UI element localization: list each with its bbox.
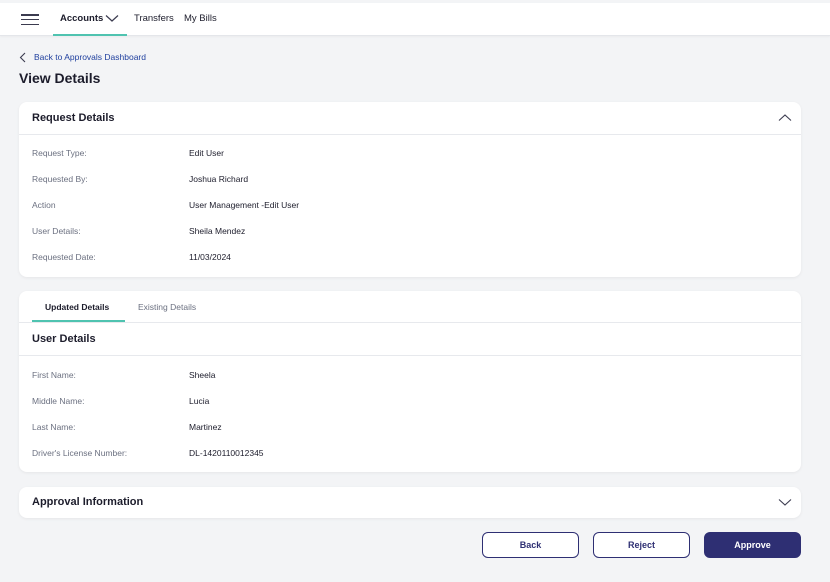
detail-row: Request Type: Edit User (32, 148, 772, 160)
nav-item-my-bills[interactable]: My Bills (184, 13, 217, 24)
active-nav-indicator (53, 34, 127, 36)
reject-button[interactable]: Reject (593, 532, 690, 558)
active-tab-indicator (32, 320, 125, 322)
request-details-header[interactable]: Request Details (19, 102, 801, 135)
detail-label: Middle Name: (32, 396, 85, 406)
approval-information-title: Approval Information (32, 496, 144, 508)
top-nav-bar: Accounts Transfers My Bills (0, 3, 830, 36)
detail-label: Last Name: (32, 422, 76, 432)
detail-value: Edit User (189, 148, 224, 158)
detail-value: Lucia (189, 396, 210, 406)
approve-button[interactable]: Approve (704, 532, 801, 558)
user-details-title: User Details (32, 333, 96, 345)
detail-label: User Details: (32, 226, 81, 236)
detail-row: Driver's License Number: DL-142011001234… (32, 448, 772, 460)
detail-value: User Management -Edit User (189, 200, 300, 210)
page-title: View Details (19, 70, 101, 86)
hamburger-menu-icon[interactable] (21, 14, 39, 26)
detail-label: Driver's License Number: (32, 448, 128, 458)
detail-row: First Name: Sheela (32, 370, 772, 382)
detail-value: Sheela (189, 370, 216, 380)
approval-information-card[interactable]: Approval Information (19, 487, 801, 518)
user-details-header: User Details (19, 323, 801, 356)
back-link-label: Back to Approvals Dashboard (34, 52, 146, 62)
detail-value: Joshua Richard (189, 174, 249, 184)
detail-value: DL-1420110012345 (189, 448, 264, 458)
detail-label: Request Type: (32, 148, 87, 158)
tab-existing-details[interactable]: Existing Details (138, 302, 196, 312)
detail-row: Requested Date: 11/03/2024 (32, 252, 772, 264)
detail-row: Middle Name: Lucia (32, 396, 772, 408)
nav-item-accounts[interactable]: Accounts (60, 13, 103, 24)
chevron-down-icon[interactable] (778, 498, 792, 507)
nav-item-transfers[interactable]: Transfers (134, 13, 174, 24)
detail-label: Action (32, 200, 56, 210)
detail-value: Martinez (189, 422, 222, 432)
user-details-card: Updated Details Existing Details User De… (19, 291, 801, 472)
detail-row: Action User Management -Edit User (32, 200, 772, 212)
detail-label: First Name: (32, 370, 76, 380)
detail-label: Requested By: (32, 174, 88, 184)
chevron-down-icon[interactable] (105, 14, 119, 23)
detail-row: Requested By: Joshua Richard (32, 174, 772, 186)
request-details-title: Request Details (32, 112, 115, 124)
detail-value: Sheila Mendez (189, 226, 246, 236)
detail-value: 11/03/2024 (189, 252, 231, 262)
detail-row: User Details: Sheila Mendez (32, 226, 772, 238)
chevron-up-icon[interactable] (778, 113, 792, 122)
details-tabs: Updated Details Existing Details (19, 291, 801, 323)
request-details-card: Request Details Request Type: Edit User … (19, 102, 801, 277)
chevron-left-icon (19, 52, 26, 62)
back-button[interactable]: Back (482, 532, 579, 558)
tab-updated-details[interactable]: Updated Details (45, 302, 109, 312)
back-to-dashboard-link[interactable]: Back to Approvals Dashboard (19, 51, 146, 63)
detail-row: Last Name: Martinez (32, 422, 772, 434)
detail-label: Requested Date: (32, 252, 96, 262)
